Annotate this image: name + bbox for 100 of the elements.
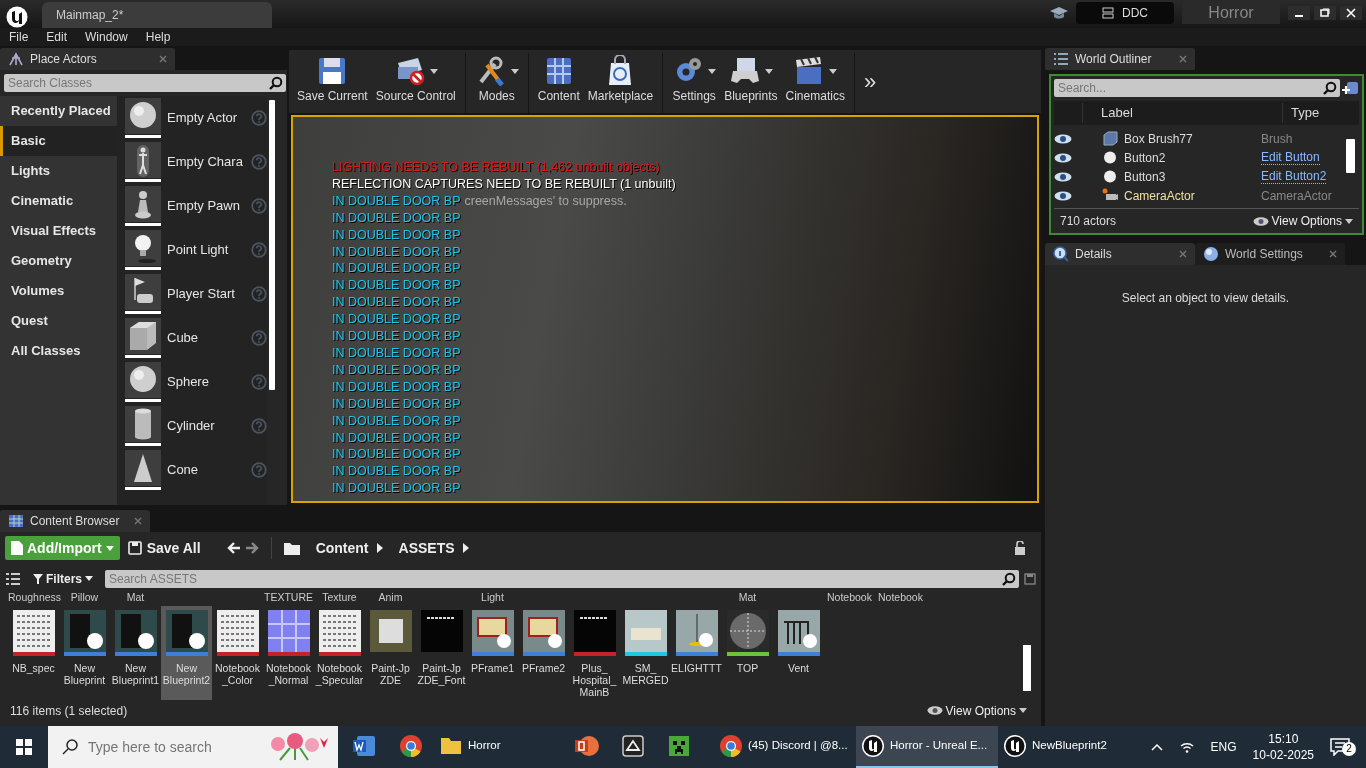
type-link[interactable]: Edit Button xyxy=(1261,150,1320,165)
actor-label[interactable]: Button3 xyxy=(1124,167,1261,186)
eye-icon[interactable] xyxy=(1054,190,1072,201)
asset-tile[interactable]: Paint-Jp ZDE xyxy=(365,605,416,700)
clock-time[interactable]: 15:10 xyxy=(1268,731,1299,747)
actor-label[interactable]: Empty Chara xyxy=(167,152,245,172)
asset-tile[interactable]: Notebook _Color xyxy=(212,605,263,700)
eye-icon[interactable] xyxy=(1054,133,1072,144)
cube-icon[interactable] xyxy=(125,318,161,358)
padlock-icon[interactable] xyxy=(1014,541,1026,555)
toolbar-button[interactable]: Marketplace xyxy=(583,53,658,105)
eye-icon[interactable] xyxy=(1054,171,1072,182)
asset-tile[interactable]: ELIGHTTT xyxy=(671,605,722,700)
scrollbar-thumb[interactable] xyxy=(1346,139,1355,173)
actor-label[interactable]: Player Start xyxy=(167,284,245,304)
taskbar-search-box[interactable]: Type here to search xyxy=(48,726,338,768)
actor-label[interactable]: CameraActor xyxy=(1124,186,1261,205)
breadcrumb-link[interactable]: Content xyxy=(311,537,373,559)
asset-tile[interactable]: Notebook _Specular xyxy=(314,605,365,700)
actor-label[interactable]: Empty Actor xyxy=(167,108,245,128)
actor-label[interactable]: Point Light xyxy=(167,240,245,260)
actor-label[interactable]: Cube xyxy=(167,328,245,348)
toolbar-button[interactable]: Source Control xyxy=(371,53,460,105)
panel-tab[interactable]: Details xyxy=(1045,243,1195,265)
back-arrow-icon[interactable] xyxy=(226,542,241,554)
search-field[interactable]: Search... xyxy=(1054,79,1340,97)
chevron-up-icon[interactable] xyxy=(1150,743,1163,751)
sphere-icon[interactable] xyxy=(125,98,161,138)
sphere-icon[interactable] xyxy=(125,362,161,402)
graduation-cap-icon[interactable] xyxy=(1050,6,1068,20)
actor-label[interactable]: Cylinder xyxy=(167,416,245,436)
minimize-icon[interactable] xyxy=(1288,6,1310,20)
asset-tile[interactable]: PFrame2 xyxy=(518,605,569,700)
chevron-icon[interactable] xyxy=(376,543,383,553)
toolbar-button[interactable]: Blueprints xyxy=(720,53,782,105)
light-bulb-icon[interactable] xyxy=(125,230,161,270)
restore-icon[interactable] xyxy=(1314,6,1336,20)
view-options-button[interactable]: View Options xyxy=(1248,212,1357,230)
language-indicator[interactable]: ENG xyxy=(1210,738,1237,756)
save-search-icon[interactable] xyxy=(1024,572,1036,585)
menu-item[interactable]: Help xyxy=(136,28,180,46)
toolbar-button[interactable]: Modes xyxy=(470,53,523,105)
toolbar-button[interactable]: Save Current xyxy=(293,53,372,105)
taskbar-app[interactable]: (45) Discord | @8... xyxy=(714,726,856,768)
forward-arrow-icon[interactable] xyxy=(244,542,259,554)
actor-label[interactable]: Sphere xyxy=(167,372,245,392)
asset-tile[interactable]: New Blueprint1 xyxy=(110,605,161,700)
flag-icon[interactable] xyxy=(125,274,161,314)
eye-icon[interactable] xyxy=(1054,152,1072,163)
scrollbar-thumb[interactable] xyxy=(269,100,275,390)
chevron-icon[interactable] xyxy=(462,543,469,553)
panel-tab[interactable]: Place Actors xyxy=(0,48,175,70)
add-folder-icon[interactable] xyxy=(1341,80,1359,96)
menu-item[interactable]: Edit xyxy=(37,28,77,46)
menu-item[interactable]: Window xyxy=(76,28,137,46)
column-header[interactable]: Type xyxy=(1282,103,1359,123)
clock-date[interactable]: 10-02-2025 xyxy=(1252,747,1314,763)
taskbar-app[interactable]: NewBlueprint2 xyxy=(998,726,1140,768)
breadcrumb-link[interactable]: ASSETS xyxy=(394,537,459,559)
scrollbar-thumb[interactable] xyxy=(1023,645,1031,691)
asset-tile[interactable]: TOP xyxy=(722,605,773,700)
asset-tile[interactable]: Paint-Jp ZDE_Font xyxy=(416,605,467,700)
column-header[interactable]: Label xyxy=(1082,103,1282,123)
toolbar-button[interactable]: Settings xyxy=(668,53,721,105)
view-options-button[interactable]: View Options xyxy=(922,701,1031,720)
wifi-icon[interactable] xyxy=(1178,740,1195,754)
asset-tile[interactable]: Vent xyxy=(773,605,824,700)
ddc-button[interactable]: DDC xyxy=(1076,2,1174,24)
category-item[interactable]: Basic xyxy=(0,126,117,156)
toolbar-button[interactable]: Content xyxy=(533,53,584,105)
toolbar-button[interactable]: Cinematics xyxy=(781,53,849,105)
asset-tile[interactable]: PFrame1 xyxy=(467,605,518,700)
search-field[interactable]: Search ASSETS xyxy=(105,569,1019,588)
taskbar-app[interactable]: Horror xyxy=(434,726,564,768)
document-tab[interactable]: Mainmap_2* xyxy=(42,2,272,28)
actor-label[interactable]: Box Brush77 xyxy=(1124,129,1261,148)
notification-icon[interactable] xyxy=(1330,738,1350,756)
windows-logo-icon[interactable] xyxy=(16,739,32,755)
taskbar-app[interactable]: Horror - Unreal E... xyxy=(856,726,998,768)
panel-tab[interactable]: World Settings xyxy=(1195,243,1345,265)
asset-tile[interactable]: New Blueprint2 xyxy=(161,605,212,700)
taskbar-search-field[interactable]: Type here to search xyxy=(86,735,252,759)
figure-icon[interactable] xyxy=(125,142,161,182)
asset-tile[interactable]: Plus_ Hospital_ MainB xyxy=(569,605,620,700)
filters-button[interactable]: Filters xyxy=(29,569,97,588)
type-link[interactable]: Edit Button2 xyxy=(1261,169,1327,184)
search-field[interactable]: Search Classes xyxy=(4,74,286,92)
save-all-button[interactable]: Save All xyxy=(123,537,205,559)
actor-label[interactable]: Cone xyxy=(167,460,245,480)
asset-tile[interactable]: Notebook _Normal xyxy=(263,605,314,700)
asset-tile[interactable]: NB_spec xyxy=(8,605,59,700)
pawn-icon[interactable] xyxy=(125,186,161,226)
overflow-button[interactable]: » xyxy=(859,53,881,98)
actor-label[interactable]: Empty Pawn xyxy=(167,196,245,216)
menu-item[interactable]: File xyxy=(0,28,38,46)
asset-tile[interactable]: SM_ MERGED xyxy=(620,605,671,700)
cone-icon[interactable] xyxy=(125,450,161,490)
panel-tab[interactable]: Content Browser xyxy=(0,510,150,532)
close-icon[interactable] xyxy=(1340,6,1362,20)
asset-tile[interactable]: New Blueprint xyxy=(59,605,110,700)
